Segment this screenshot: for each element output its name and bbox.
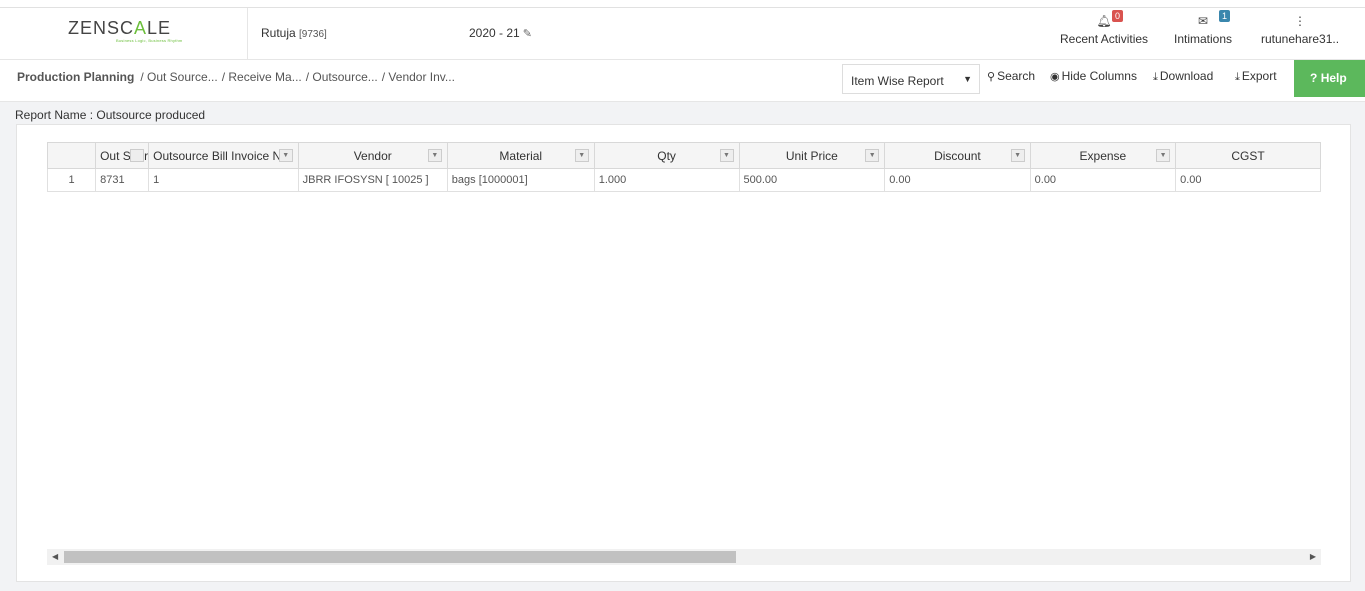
filter-icon[interactable]	[130, 149, 145, 162]
scrollbar-thumb[interactable]	[64, 551, 736, 563]
breadcrumb-item[interactable]: / Vendor Inv...	[382, 70, 455, 84]
column-header[interactable]: Discount ▼	[884, 142, 1031, 169]
top-strip	[0, 0, 1365, 8]
recent-activities-badge: 0	[1112, 10, 1124, 22]
intimations-badge: 1	[1219, 10, 1231, 22]
table-cell[interactable]: bags [1000001]	[446, 168, 595, 192]
report-type-select[interactable]: Item Wise Report ▼	[842, 64, 980, 94]
intimations[interactable]: ✉ 1 Intimations	[1174, 10, 1233, 46]
horizontal-scrollbar[interactable]: ◀ ▶	[47, 549, 1321, 565]
breadcrumb: Production Planning / Out Source... / Rece…	[17, 70, 459, 84]
breadcrumb-item[interactable]: / Outsource...	[306, 70, 378, 84]
recent-activities-label: Recent Activities	[1060, 32, 1149, 46]
column-header[interactable]: Expense ▼	[1029, 142, 1177, 169]
filter-icon[interactable]: ▼	[719, 149, 734, 162]
fiscal-year[interactable]: 2020 - 21 ✎	[469, 26, 532, 40]
scroll-left-icon[interactable]: ◀	[52, 552, 58, 561]
column-header[interactable]: Unit Price ▼	[738, 142, 886, 169]
breadcrumb-item[interactable]: / Receive Ma...	[222, 70, 302, 84]
filter-icon[interactable]: ▼	[427, 149, 442, 162]
logo-tagline: Business Logic, Business Rhythm	[116, 38, 183, 43]
breadcrumb-item[interactable]: / Out Source...	[140, 70, 217, 84]
company-name: Rutuja [9736]	[261, 26, 327, 40]
report-panel: Out Sour Outsource Bill Invoice No ▼ Vend…	[16, 124, 1351, 582]
column-header[interactable]: Out Sour	[95, 142, 150, 169]
hide-columns-button[interactable]: ◉ Hide Columns	[1050, 69, 1137, 83]
eye-slash-icon: ◉	[1050, 71, 1060, 83]
column-header[interactable]: Qty ▼	[593, 142, 740, 169]
table-row[interactable]: 1 8731 1 JBRR IFOSYSN [ 10025 ] bags [10…	[47, 168, 1321, 192]
row-number: 1	[47, 168, 97, 192]
column-header[interactable]: Outsource Bill Invoice No ▼	[148, 142, 299, 169]
filter-icon[interactable]: ▼	[1010, 149, 1025, 162]
filter-icon[interactable]: ▼	[574, 149, 589, 162]
envelope-icon: ✉ 1	[1174, 10, 1232, 32]
search-button[interactable]: ⚲ Search	[987, 69, 1035, 83]
breadcrumb-item[interactable]: Production Planning	[17, 70, 134, 84]
kebab-menu-icon: ⋮	[1294, 14, 1307, 28]
export-icon: ⤓	[1235, 71, 1240, 83]
dropdown-caret-icon: ▼	[963, 74, 972, 84]
report-name: Report Name : Outsource produced	[15, 108, 206, 122]
recent-activities[interactable]: 🔔︎ 0 Recent Activities	[1060, 10, 1149, 46]
logo[interactable]: ZENSCALE	[68, 18, 171, 39]
toolbar: Production Planning / Out Source... / Rece…	[0, 60, 1365, 102]
filter-icon[interactable]: ▼	[1156, 149, 1171, 162]
question-icon: ?	[1310, 71, 1318, 85]
bell-icon: 🔔︎ 0	[1060, 10, 1148, 32]
intimations-label: Intimations	[1174, 32, 1233, 46]
help-button[interactable]: ? Help	[1294, 60, 1365, 97]
table-cell[interactable]: 0.00	[884, 168, 1031, 192]
table-cell[interactable]: 0.00	[1175, 168, 1321, 192]
data-grid: Out Sour Outsource Bill Invoice No ▼ Vend…	[47, 142, 1321, 192]
column-header[interactable]: Material ▼	[446, 142, 595, 169]
table-cell[interactable]: 8731	[95, 168, 150, 192]
user-name: rutunehare31..	[1261, 32, 1340, 46]
export-button[interactable]: ⤓ Export	[1235, 69, 1277, 84]
download-button[interactable]: ⤓ Download	[1153, 69, 1213, 84]
download-icon: ⤓	[1153, 71, 1158, 83]
table-cell[interactable]: 1	[148, 168, 299, 192]
table-cell[interactable]: 1.000	[593, 168, 740, 192]
filter-icon[interactable]: ▼	[278, 149, 293, 162]
filter-icon[interactable]: ▼	[865, 149, 880, 162]
edit-icon[interactable]: ✎	[523, 28, 532, 40]
scroll-right-icon[interactable]: ▶	[1310, 552, 1316, 561]
search-icon: ⚲	[987, 71, 996, 83]
table-cell[interactable]: 500.00	[738, 168, 886, 192]
column-header[interactable]: Vendor ▼	[297, 142, 448, 169]
logo-area[interactable]: ZENSCALE Business Logic, Business Rhythm	[0, 8, 248, 60]
column-header[interactable]: CGST	[1175, 142, 1321, 169]
app-header: ZENSCALE Business Logic, Business Rhythm…	[0, 8, 1365, 60]
header-row: Out Sour Outsource Bill Invoice No ▼ Vend…	[47, 142, 1321, 169]
table-cell[interactable]: 0.00	[1029, 168, 1177, 192]
row-number-header	[47, 142, 97, 169]
user-menu[interactable]: ⋮ rutunehare31..	[1261, 14, 1339, 46]
table-cell[interactable]: JBRR IFOSYSN [ 10025 ]	[297, 168, 448, 192]
